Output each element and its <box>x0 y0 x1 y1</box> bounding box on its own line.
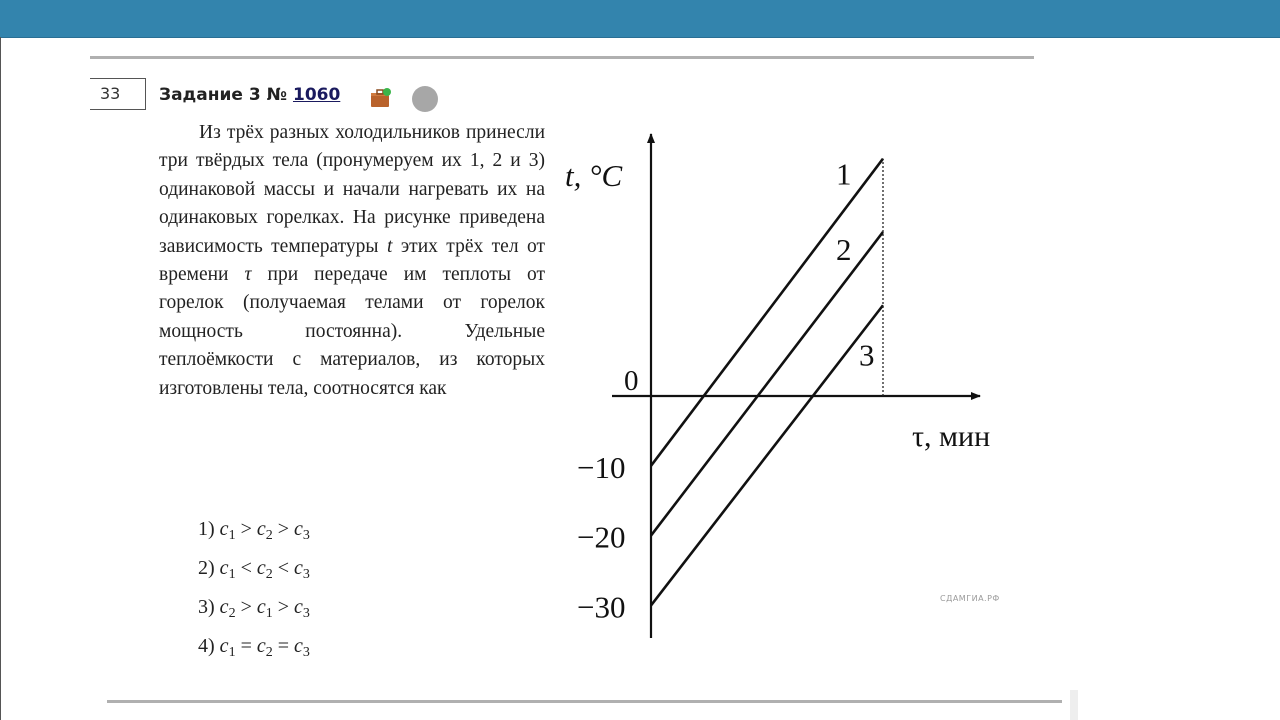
y-tick-label: −30 <box>577 589 625 624</box>
watermark: СДАМГИА.РФ <box>940 594 1000 603</box>
series-line-1 <box>649 157 885 467</box>
y-axis-label: t, °C <box>565 158 623 193</box>
temperature-time-chart: t, °C τ, мин 0 −10 −20 −30 1 2 3 <box>565 133 990 638</box>
series-label-1: 1 <box>836 157 852 192</box>
y-tick-label: −10 <box>577 450 625 485</box>
x-axis-label: τ, мин <box>912 420 990 453</box>
bottom-divider <box>107 700 1062 703</box>
scrollbar-track[interactable] <box>1070 690 1078 720</box>
series-line-2 <box>649 231 885 537</box>
series-line-3 <box>649 304 885 607</box>
series-label-3: 3 <box>859 337 875 372</box>
origin-label: 0 <box>624 365 639 397</box>
series-label-2: 2 <box>836 232 852 267</box>
y-tick-label: −20 <box>577 520 625 555</box>
